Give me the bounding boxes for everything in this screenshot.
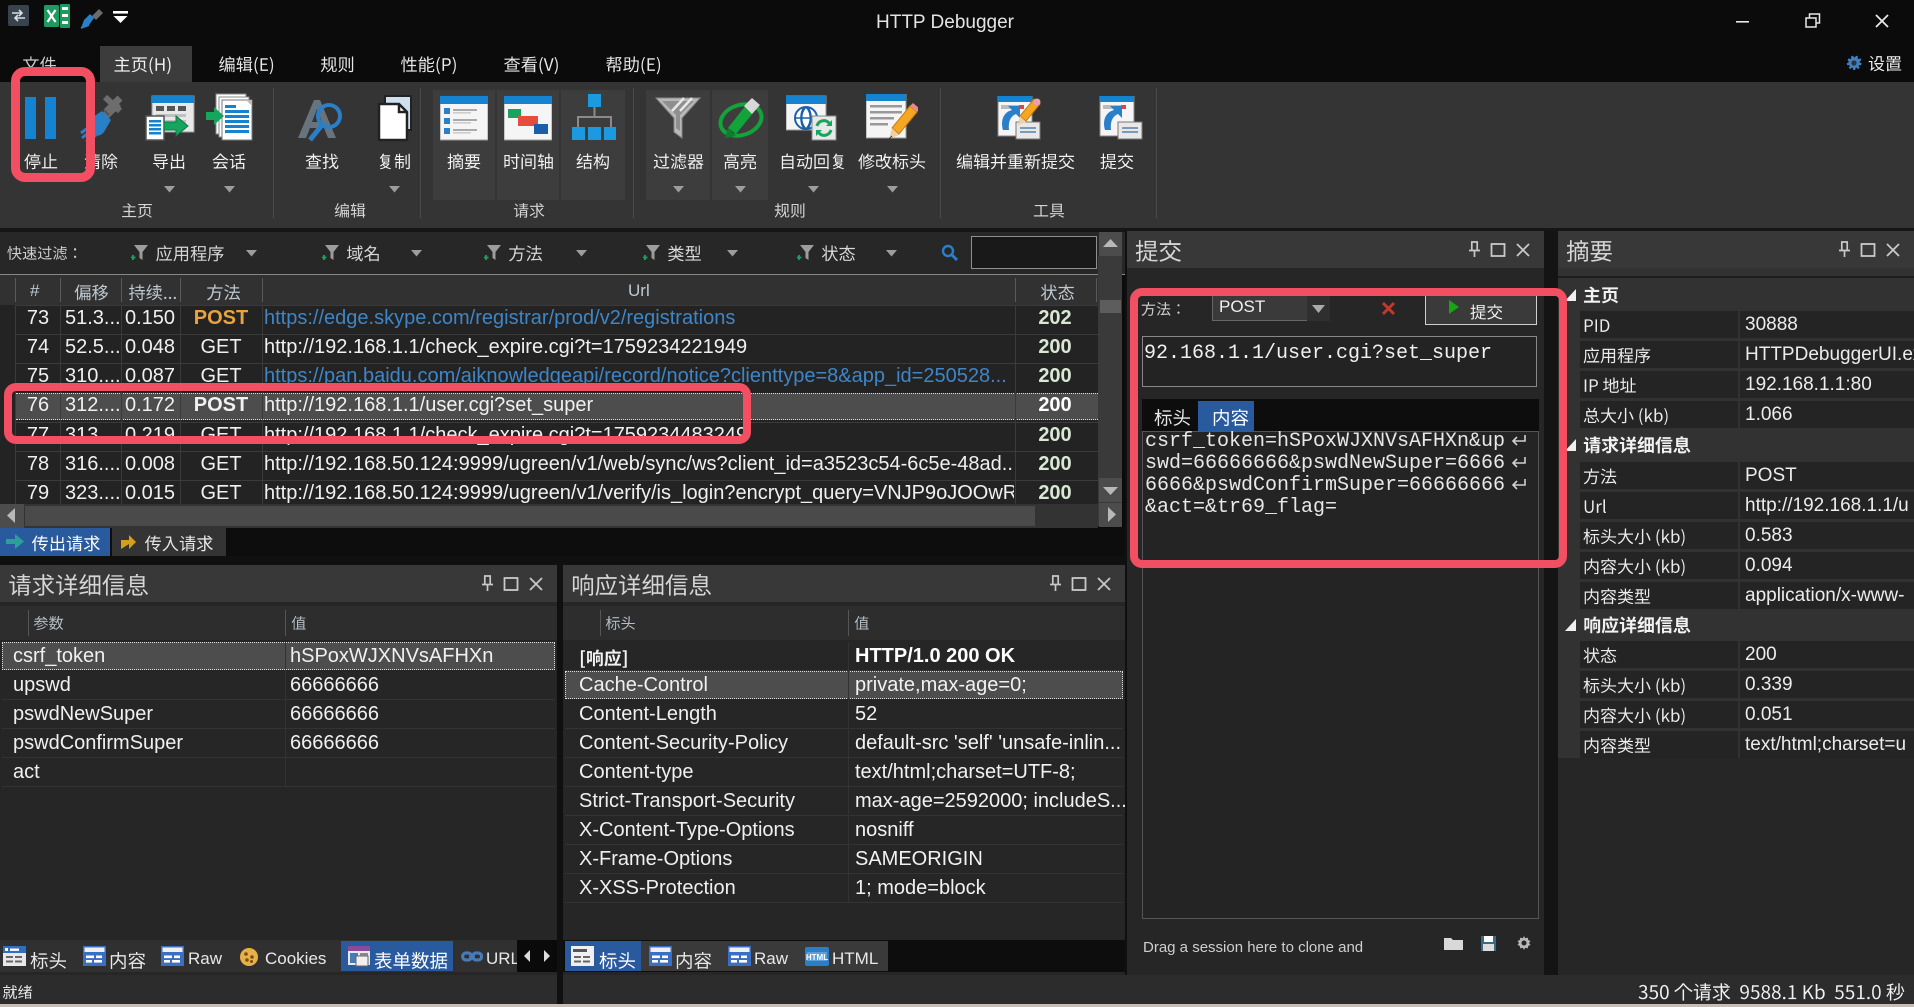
svg-text:HTML: HTML [806, 953, 828, 962]
